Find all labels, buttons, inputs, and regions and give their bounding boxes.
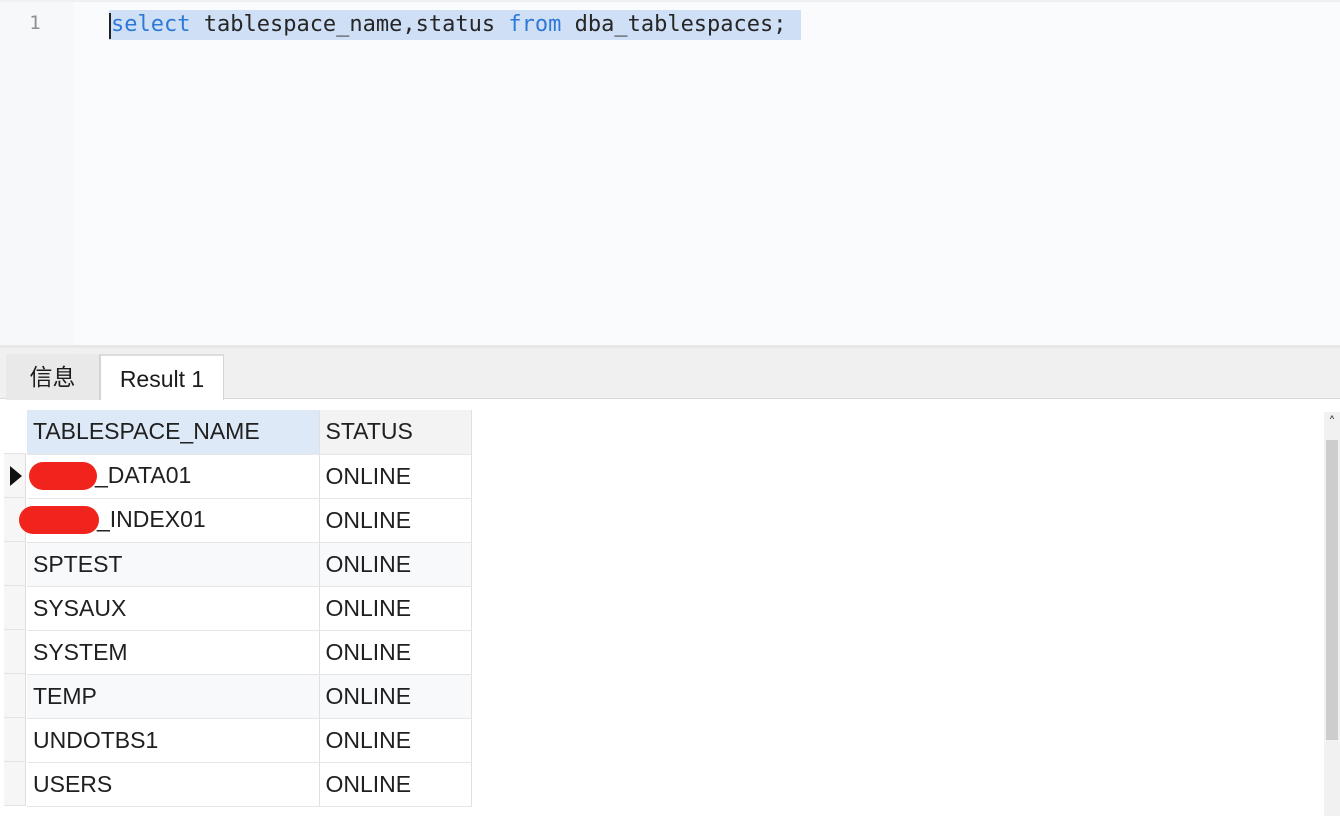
table-row[interactable]: _DATA01 ONLINE (27, 454, 472, 499)
table-row[interactable]: TEMP ONLINE (27, 674, 472, 719)
cell-tablespace-name[interactable]: SYSTEM (27, 630, 320, 675)
corner-header (4, 410, 26, 454)
line-number: 1 (29, 12, 41, 34)
cell-tablespace-name[interactable]: USERS (27, 762, 320, 807)
result-grid[interactable]: TABLESPACE_NAME STATUS _DATA01 ONLINE _I… (0, 400, 1340, 816)
column-header-status[interactable]: STATUS (319, 410, 472, 455)
text-cursor (109, 13, 111, 39)
tab-result-1[interactable]: Result 1 (100, 354, 224, 404)
table-row[interactable]: USERS ONLINE (27, 762, 472, 807)
result-tab-bar: 信息 Result 1 (0, 345, 1340, 404)
line-number-gutter: 1 (0, 2, 74, 347)
chevron-up-icon[interactable]: ˄ (1326, 414, 1338, 432)
result-table: TABLESPACE_NAME STATUS _DATA01 ONLINE _I… (19, 410, 472, 807)
row-header[interactable] (4, 718, 26, 762)
row-header[interactable] (4, 542, 26, 586)
cell-text: _INDEX01 (97, 505, 206, 532)
code-segment: tablespace_name,status (190, 12, 509, 37)
cell-status[interactable]: ONLINE (319, 454, 472, 499)
redaction-mark (19, 506, 99, 535)
sql-editor[interactable]: 1 select tablespace_name,status from dba… (0, 0, 1340, 347)
sql-code-line[interactable]: select tablespace_name,status from dba_t… (109, 10, 801, 40)
row-header[interactable] (4, 630, 26, 674)
triangle-right-icon (10, 466, 22, 486)
header-row: TABLESPACE_NAME STATUS (27, 410, 472, 455)
row-header[interactable] (4, 454, 26, 498)
cell-status[interactable]: ONLINE (319, 630, 472, 675)
vertical-scrollbar[interactable]: ˄ (1324, 412, 1340, 816)
cell-tablespace-name[interactable]: TEMP (27, 674, 320, 719)
cell-status[interactable]: ONLINE (319, 542, 472, 587)
cell-tablespace-name[interactable]: SYSAUX (27, 586, 320, 631)
table-row[interactable]: UNDOTBS1 ONLINE (27, 718, 472, 763)
cell-status[interactable]: ONLINE (319, 586, 472, 631)
cell-tablespace-name[interactable]: _DATA01 (27, 454, 320, 499)
table-row[interactable]: SYSAUX ONLINE (27, 586, 472, 631)
cell-tablespace-name[interactable]: UNDOTBS1 (27, 718, 320, 763)
row-header[interactable] (4, 674, 26, 718)
keyword-select: select (111, 12, 191, 37)
scrollbar-thumb[interactable] (1326, 440, 1338, 740)
cell-status[interactable]: ONLINE (319, 674, 472, 719)
row-header-column (4, 410, 26, 806)
row-header[interactable] (4, 586, 26, 630)
cell-tablespace-name[interactable]: SPTEST (27, 542, 320, 587)
keyword-from: from (508, 12, 562, 37)
cell-status[interactable]: ONLINE (319, 718, 472, 763)
table-row[interactable]: SYSTEM ONLINE (27, 630, 472, 675)
code-segment: dba_tablespaces; (561, 12, 787, 37)
column-header-tablespace-name[interactable]: TABLESPACE_NAME (27, 410, 320, 455)
tab-info[interactable]: 信息 (6, 354, 100, 402)
row-header[interactable] (4, 762, 26, 806)
table-row[interactable]: _INDEX01 ONLINE (19, 498, 472, 543)
cell-text: _DATA01 (95, 461, 192, 488)
cell-status[interactable]: ONLINE (319, 498, 472, 543)
cell-tablespace-name[interactable]: _INDEX01 (19, 498, 320, 543)
cell-status[interactable]: ONLINE (319, 762, 472, 807)
table-row[interactable]: SPTEST ONLINE (27, 542, 472, 587)
redaction-mark (29, 462, 97, 491)
